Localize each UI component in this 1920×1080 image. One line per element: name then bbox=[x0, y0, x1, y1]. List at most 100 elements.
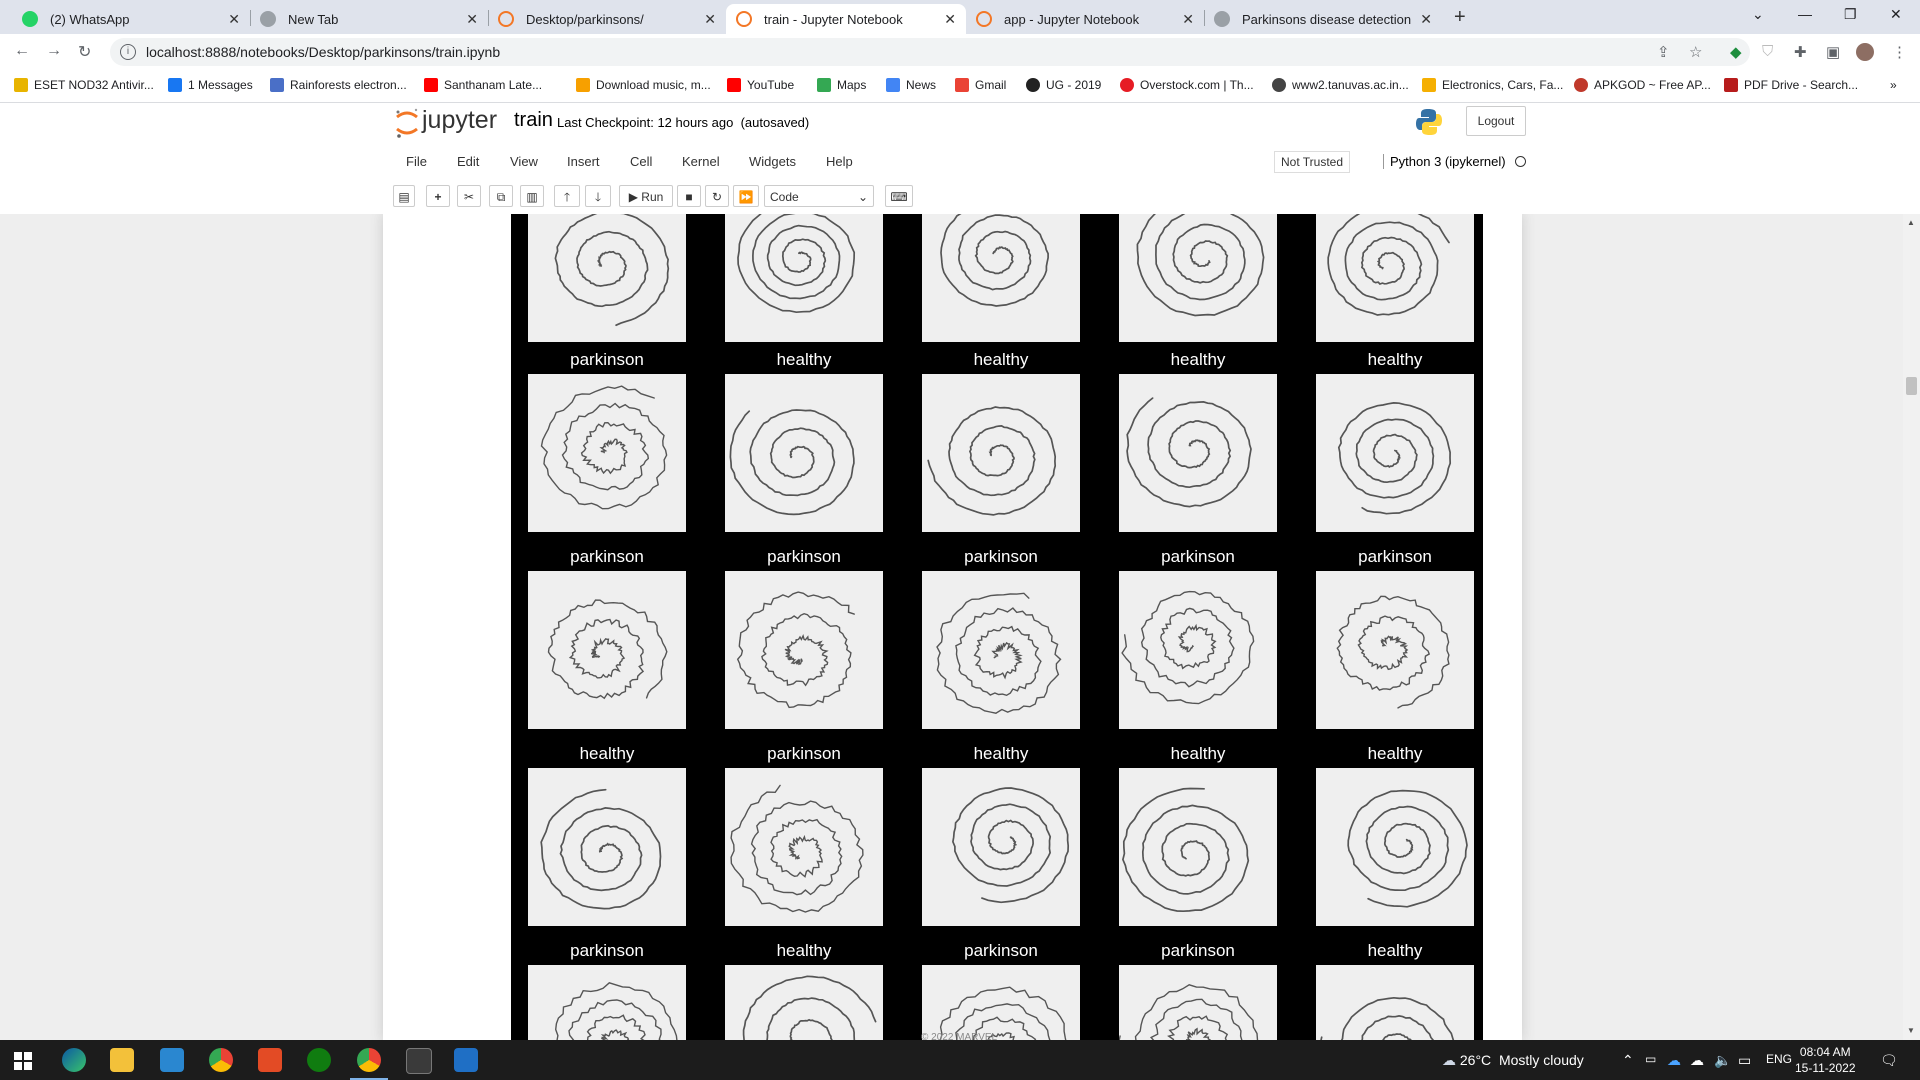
paste-icon[interactable]: ▥ bbox=[520, 185, 544, 207]
notifications-icon[interactable]: 🗨 bbox=[1880, 1052, 1898, 1069]
page-scrollbar[interactable]: ▲ ▼ bbox=[1903, 214, 1920, 1040]
kernel-name[interactable]: Python 3 (ipykernel) bbox=[1383, 154, 1506, 169]
shield-icon[interactable]: ⛉ bbox=[1762, 43, 1773, 60]
keyboard-shortcuts-icon[interactable]: ⌨ bbox=[885, 185, 913, 207]
image-label: parkinson bbox=[570, 941, 644, 960]
bookmark-item[interactable]: Santhanam Late... bbox=[424, 78, 542, 92]
scrollbar-thumb[interactable] bbox=[1906, 377, 1917, 395]
cloud-icon[interactable]: ☁ bbox=[1690, 1052, 1704, 1069]
bookmark-item[interactable]: Electronics, Cars, Fa... bbox=[1422, 78, 1563, 92]
onedrive-icon[interactable]: ☁ bbox=[1667, 1052, 1681, 1069]
bookmark-item[interactable]: www2.tanuvas.ac.in... bbox=[1272, 78, 1409, 92]
forward-icon[interactable]: → bbox=[46, 42, 62, 60]
new-tab-icon[interactable]: + bbox=[1454, 6, 1466, 29]
cut-icon[interactable]: ✂ bbox=[457, 185, 481, 207]
bookmark-item[interactable]: Download music, m... bbox=[576, 78, 711, 92]
interrupt-icon[interactable]: ■ bbox=[677, 185, 701, 207]
menu-help[interactable]: Help bbox=[826, 154, 853, 169]
close-tab-icon[interactable]: ✕ bbox=[944, 11, 956, 28]
share-icon[interactable]: ⇪ bbox=[1657, 43, 1670, 61]
bookmark-item[interactable]: YouTube bbox=[727, 78, 794, 92]
restart-run-all-icon[interactable]: ⏩ bbox=[733, 185, 759, 207]
extensions-puzzle-icon[interactable]: ✚ bbox=[1794, 43, 1807, 61]
run-button[interactable]: ▶ Run bbox=[619, 185, 673, 207]
close-tab-icon[interactable]: ✕ bbox=[228, 11, 240, 28]
bookmark-item[interactable]: APKGOD ~ Free AP... bbox=[1574, 78, 1711, 92]
volume-icon[interactable]: 🔈 bbox=[1714, 1052, 1731, 1069]
tab-search-icon[interactable]: ⌄ bbox=[1752, 6, 1764, 23]
jupyter-logo-icon[interactable] bbox=[394, 107, 420, 139]
menu-edit[interactable]: Edit bbox=[457, 154, 479, 169]
tab-app-notebook[interactable]: app - Jupyter Notebook ✕ bbox=[966, 4, 1204, 34]
file-explorer-icon[interactable] bbox=[110, 1048, 134, 1072]
rainforests-icon bbox=[270, 78, 284, 92]
profile-avatar[interactable] bbox=[1856, 43, 1874, 61]
menu-file[interactable]: File bbox=[406, 154, 427, 169]
more-bookmarks-icon[interactable]: » bbox=[1890, 78, 1897, 92]
bookmark-item[interactable]: News bbox=[886, 78, 936, 92]
jupyter-logo-text[interactable]: jupyter bbox=[422, 106, 497, 135]
menu-cell[interactable]: Cell bbox=[630, 154, 652, 169]
terminal-icon[interactable] bbox=[406, 1048, 432, 1074]
xbox-icon[interactable] bbox=[307, 1048, 331, 1072]
edge-icon[interactable] bbox=[62, 1048, 86, 1072]
weather-widget[interactable]: ☁ 26°C Mostly cloudy bbox=[1442, 1052, 1584, 1069]
bookmark-item[interactable]: Maps bbox=[817, 78, 866, 92]
bookmark-item[interactable]: ESET NOD32 Antivir... bbox=[14, 78, 154, 92]
scroll-down-icon[interactable]: ▼ bbox=[1907, 1026, 1915, 1035]
tab-new-tab[interactable]: New Tab ✕ bbox=[250, 4, 488, 34]
tab-desktop-parkinsons[interactable]: Desktop/parkinsons/ ✕ bbox=[488, 4, 726, 34]
move-down-icon[interactable]: 🡓 bbox=[585, 185, 611, 207]
extension-icon[interactable]: ◆ bbox=[1730, 43, 1742, 61]
store-icon[interactable] bbox=[160, 1048, 184, 1072]
close-tab-icon[interactable]: ✕ bbox=[466, 11, 478, 28]
back-icon[interactable]: ← bbox=[14, 42, 30, 60]
close-tab-icon[interactable]: ✕ bbox=[1182, 11, 1194, 28]
insert-cell-icon[interactable]: + bbox=[426, 185, 450, 207]
menu-dots-icon[interactable]: ⋮ bbox=[1892, 43, 1907, 61]
tab-whatsapp[interactable]: (2) WhatsApp ✕ bbox=[12, 4, 250, 34]
close-window-icon[interactable]: ✕ bbox=[1890, 6, 1902, 23]
chrome-profile-icon[interactable] bbox=[357, 1048, 381, 1072]
tab-train-notebook[interactable]: train - Jupyter Notebook ✕ bbox=[726, 4, 966, 34]
save-icon[interactable]: ▤ bbox=[393, 185, 415, 207]
cell-type-select[interactable]: Code ⌄ bbox=[764, 185, 874, 207]
url-text[interactable]: localhost:8888/notebooks/Desktop/parkins… bbox=[146, 44, 500, 60]
notebook-title[interactable]: train bbox=[514, 109, 553, 132]
bookmark-star-icon[interactable]: ☆ bbox=[1689, 43, 1702, 61]
bookmark-item[interactable]: Overstock.com | Th... bbox=[1120, 78, 1254, 92]
copy-icon[interactable]: ⧉ bbox=[489, 185, 513, 207]
logout-button[interactable]: Logout bbox=[1466, 106, 1526, 136]
site-info-icon[interactable]: i bbox=[120, 44, 136, 60]
bookmark-item[interactable]: UG - 2019 bbox=[1026, 78, 1101, 92]
close-tab-icon[interactable]: ✕ bbox=[704, 11, 716, 28]
office-icon[interactable] bbox=[258, 1048, 282, 1072]
minimize-icon[interactable]: — bbox=[1798, 6, 1812, 22]
menu-insert[interactable]: Insert bbox=[567, 154, 600, 169]
close-tab-icon[interactable]: ✕ bbox=[1420, 11, 1432, 28]
address-bar[interactable]: i localhost:8888/notebooks/Desktop/parki… bbox=[110, 38, 1750, 66]
trust-status-button[interactable]: Not Trusted bbox=[1274, 151, 1351, 173]
scroll-up-icon[interactable]: ▲ bbox=[1907, 218, 1915, 227]
menu-widgets[interactable]: Widgets bbox=[749, 154, 796, 169]
bookmark-item[interactable]: Gmail bbox=[955, 78, 1006, 92]
restore-icon[interactable]: ❐ bbox=[1844, 6, 1857, 23]
menu-kernel[interactable]: Kernel bbox=[682, 154, 720, 169]
clock[interactable]: 08:04 AM 15-11-2022 bbox=[1795, 1044, 1856, 1076]
windows-icon[interactable] bbox=[14, 1052, 32, 1070]
network-icon[interactable]: ▭ bbox=[1645, 1052, 1656, 1066]
bookmark-item[interactable]: Rainforests electron... bbox=[270, 78, 407, 92]
reload-icon[interactable]: ↻ bbox=[78, 42, 91, 62]
side-panel-icon[interactable]: ▣ bbox=[1826, 43, 1840, 61]
tab-parkinsons-detection[interactable]: Parkinsons disease detection ✕ bbox=[1204, 4, 1442, 34]
move-up-icon[interactable]: 🡑 bbox=[554, 185, 580, 207]
restart-icon[interactable]: ↻ bbox=[705, 185, 729, 207]
language-indicator[interactable]: ENG bbox=[1766, 1052, 1792, 1066]
chevron-up-icon[interactable]: ⌃ bbox=[1622, 1052, 1634, 1069]
wifi-icon[interactable]: ▭ bbox=[1738, 1052, 1751, 1069]
photos-icon[interactable] bbox=[454, 1048, 478, 1072]
chrome-icon[interactable] bbox=[209, 1048, 233, 1072]
menu-view[interactable]: View bbox=[510, 154, 538, 169]
bookmark-item[interactable]: PDF Drive - Search... bbox=[1724, 78, 1858, 92]
bookmark-item[interactable]: 1 Messages bbox=[168, 78, 253, 92]
